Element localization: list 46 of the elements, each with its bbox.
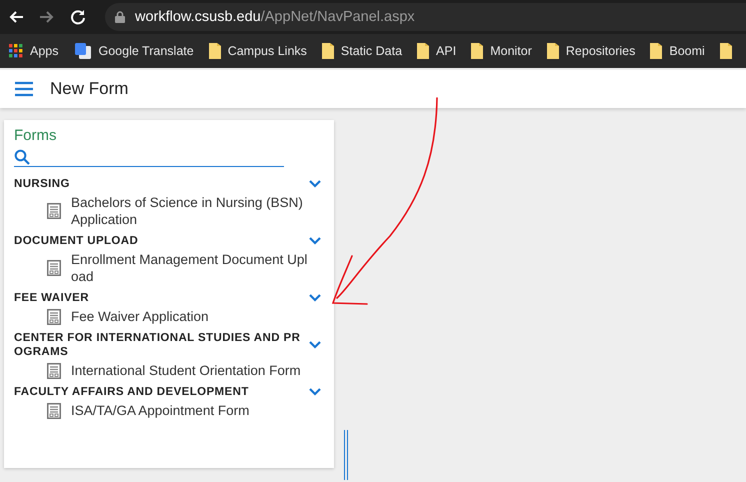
- folder-icon: [471, 43, 484, 59]
- form-icon: [47, 260, 61, 276]
- form-link[interactable]: Bachelors of Science in Nursing (BSN) Application: [71, 194, 311, 228]
- category-heading: NURSING: [14, 177, 71, 191]
- bookmark-link[interactable]: API: [417, 43, 456, 59]
- chevron-icon[interactable]: [308, 293, 322, 303]
- bookmark-link[interactable]: Google Translate: [74, 42, 194, 60]
- double-line-mark: [344, 430, 348, 480]
- category-heading: CENTER FOR INTERNATIONAL STUDIES AND PROGRAMS: [14, 331, 302, 359]
- chevron-icon[interactable]: [308, 179, 322, 189]
- bookmark-link[interactable]: Static Data: [322, 43, 402, 59]
- form-icon: [47, 203, 61, 219]
- bookmark-link[interactable]: Campus Links: [208, 43, 307, 59]
- search-icon: [14, 149, 30, 165]
- bookmark-link[interactable]: Repositories: [546, 43, 636, 59]
- form-icon: [47, 308, 61, 324]
- bookmark-link[interactable]: Monitor: [471, 43, 532, 59]
- form-link[interactable]: International Student Orientation Form: [71, 362, 311, 379]
- form-icon: [47, 362, 61, 378]
- page-title: New Form: [50, 79, 128, 99]
- category-heading: FEE WAIVER: [14, 291, 90, 305]
- folder-icon: [208, 43, 221, 59]
- address-bar[interactable]: workflow.csusb.edu/AppNet/NavPanel.aspx: [105, 3, 746, 31]
- chevron-icon[interactable]: [308, 387, 322, 397]
- folder-icon: [720, 43, 732, 59]
- folder-icon: [322, 43, 334, 59]
- translate-icon: [74, 42, 92, 60]
- chevron-icon[interactable]: [308, 236, 322, 246]
- folder-icon: [650, 43, 662, 59]
- form-icon: [47, 402, 61, 418]
- form-link[interactable]: Enrollment Management Document Upload: [71, 251, 311, 285]
- bookmark-folder-link[interactable]: [720, 43, 732, 59]
- menu-button[interactable]: [14, 81, 34, 97]
- folder-icon: [417, 43, 430, 59]
- form-link[interactable]: ISA/TA/GA Appointment Form: [71, 402, 311, 419]
- panel-title: Forms: [14, 127, 58, 144]
- category-heading: DOCUMENT UPLOAD: [14, 234, 140, 248]
- grid-icon: [9, 44, 23, 58]
- bookmark-link[interactable]: Boomi: [650, 43, 705, 59]
- form-link[interactable]: Fee Waiver Application: [71, 308, 311, 325]
- category-heading: FACULTY AFFAIRS AND DEVELOPMENT: [14, 385, 250, 399]
- folder-icon: [546, 43, 559, 59]
- bookmark-link[interactable]: Apps: [9, 44, 58, 58]
- search-field[interactable]: [14, 148, 284, 167]
- chevron-icon[interactable]: [308, 340, 322, 350]
- lock-icon: [115, 11, 125, 23]
